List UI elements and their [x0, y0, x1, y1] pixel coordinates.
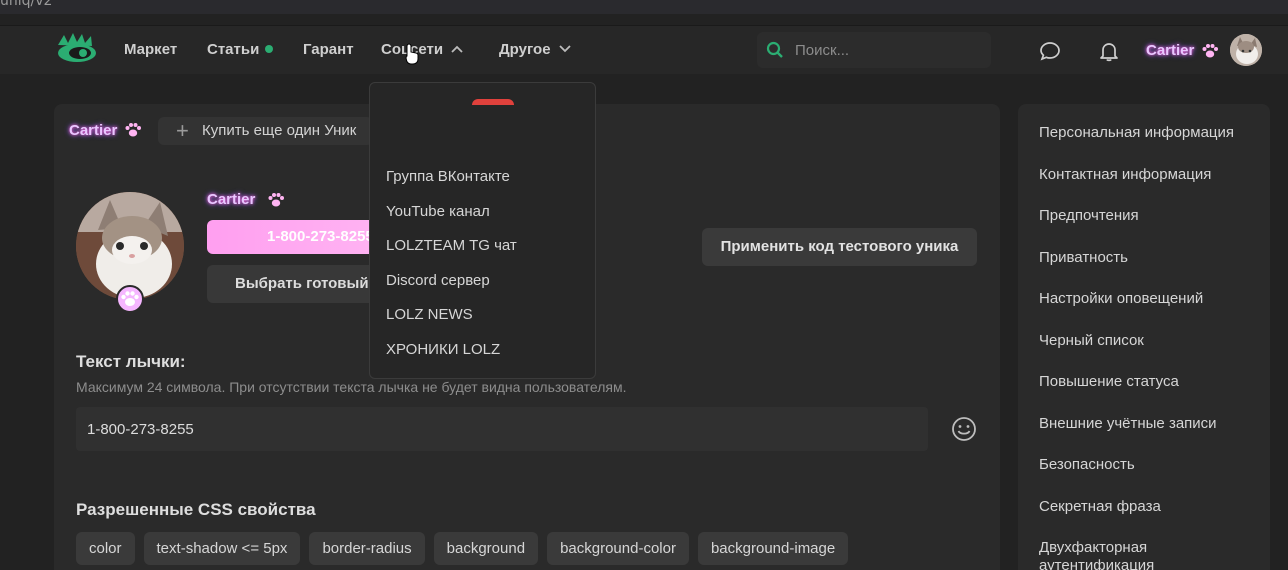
nav-other-label: Другое	[499, 41, 551, 58]
nav-market[interactable]: Маркет	[124, 41, 177, 58]
sidebar-item-blacklist[interactable]: Черный список	[1039, 332, 1239, 374]
header-username[interactable]: Cartier	[1146, 42, 1194, 59]
css-prop-chip[interactable]: background-color	[547, 532, 689, 565]
css-prop-chip[interactable]: border-radius	[309, 532, 425, 565]
css-prop-chip[interactable]: background	[433, 532, 539, 565]
nav-market-label: Маркет	[124, 41, 178, 58]
settings-sidebar: Персональная информация Контактная инфор…	[1018, 104, 1270, 570]
plus-icon: +	[176, 118, 189, 143]
nav-articles[interactable]: Статьи	[207, 41, 274, 58]
header-avatar[interactable]	[1230, 34, 1262, 66]
apply-test-code-button[interactable]: Применить код тестового уника	[702, 228, 977, 266]
sidebar-item-secret-phrase[interactable]: Секретная фраза	[1039, 498, 1239, 540]
apply-test-code-label: Применить код тестового уника	[720, 238, 959, 255]
sidebar-item-status-upgrade[interactable]: Повышение статуса	[1039, 373, 1239, 415]
nav-other[interactable]: Другое	[499, 41, 571, 58]
buy-button-label: Купить еще один Уник	[202, 122, 357, 139]
css-prop-chip[interactable]: background-image	[697, 532, 849, 565]
chevron-down-icon	[558, 45, 571, 53]
paw-icon	[121, 291, 139, 306]
sidebar-item-privacy[interactable]: Приватность	[1039, 249, 1239, 291]
nav-social[interactable]: Соцсети	[381, 41, 463, 58]
profile-avatar[interactable]	[76, 192, 184, 300]
css-props-list: color text-shadow <= 5px border-radius b…	[76, 532, 849, 565]
nav-guarantee-label: Гарант	[303, 41, 354, 58]
dropdown-item-news[interactable]: LOLZ NEWS	[386, 306, 517, 341]
current-username: Cartier	[69, 122, 118, 139]
dropdown-item-youtube[interactable]: YouTube канал	[386, 203, 517, 238]
choose-ready-button[interactable]: Выбрать готовый	[207, 265, 387, 303]
dropdown-item-discord[interactable]: Discord сервер	[386, 272, 517, 307]
mouse-cursor-icon	[405, 43, 419, 65]
logo-icon[interactable]	[56, 33, 98, 67]
sidebar-item-notifications[interactable]: Настройки оповещений	[1039, 290, 1239, 332]
social-dropdown-menu: Группа ВКонтакте YouTube канал LOLZTEAM …	[369, 82, 596, 379]
search-input[interactable]	[795, 32, 985, 68]
buy-another-unique-button[interactable]: + Купить еще один Уник	[158, 117, 374, 145]
sidebar-item-personal-info[interactable]: Персональная информация	[1039, 124, 1239, 166]
sidebar-item-external-accounts[interactable]: Внешние учётные записи	[1039, 415, 1239, 457]
sidebar-item-contact-info[interactable]: Контактная информация	[1039, 166, 1239, 208]
css-props-title: Разрешенные CSS свойства	[76, 500, 316, 519]
css-prop-chip[interactable]: text-shadow <= 5px	[143, 532, 301, 565]
sidebar-item-security[interactable]: Безопасность	[1039, 456, 1239, 498]
notification-badge	[472, 99, 514, 105]
bell-icon[interactable]	[1098, 40, 1120, 62]
profile-username: Cartier	[207, 191, 256, 208]
badge-text-title: Текст лычки:	[76, 352, 186, 371]
paw-badge	[116, 285, 144, 313]
nav-guarantee[interactable]: Гарант	[303, 41, 354, 58]
dropdown-item-chronicles[interactable]: ХРОНИКИ LOLZ	[386, 341, 517, 376]
paw-icon	[268, 193, 284, 207]
chevron-up-icon	[451, 45, 463, 53]
badge-preview: 1-800-273-8255	[207, 220, 387, 254]
cat-avatar-image	[1230, 34, 1262, 66]
dropdown-item-tg-chat[interactable]: LOLZTEAM TG чат	[386, 237, 517, 272]
paw-icon	[125, 123, 141, 137]
smiley-icon[interactable]	[951, 416, 977, 442]
dropdown-item-vk[interactable]: Группа ВКонтакте	[386, 168, 517, 203]
nav-articles-label: Статьи	[207, 41, 260, 58]
url-text: uniq/v2	[0, 0, 53, 9]
badge-text-hint: Максимум 24 символа. При отсутствии текс…	[76, 379, 627, 395]
cat-avatar-image	[76, 192, 184, 300]
choose-ready-label: Выбрать готовый	[235, 275, 369, 292]
search-icon	[766, 41, 783, 58]
sidebar-item-two-factor[interactable]: Двухфакторная аутентификация	[1039, 539, 1239, 570]
badge-text-input[interactable]	[76, 407, 928, 451]
top-navigation: Маркет Статьи Гарант Соцсети Другое Cart…	[0, 25, 1288, 74]
paw-icon	[1202, 44, 1218, 58]
new-indicator-dot	[265, 45, 274, 54]
search-box[interactable]	[757, 32, 991, 68]
browser-url-bar[interactable]: uniq/v2	[0, 0, 1288, 14]
css-prop-chip[interactable]: color	[76, 532, 135, 565]
badge-preview-text: 1-800-273-8255	[267, 228, 374, 245]
chat-bubble-icon[interactable]	[1039, 40, 1061, 62]
sidebar-item-preferences[interactable]: Предпочтения	[1039, 207, 1239, 249]
